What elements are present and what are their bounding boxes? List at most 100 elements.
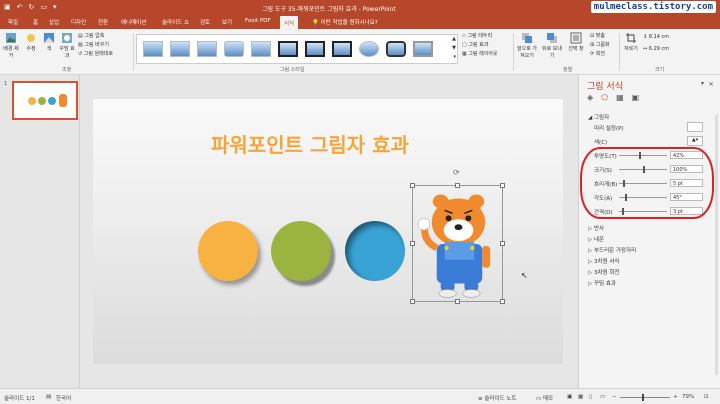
style-thumb[interactable]: [170, 41, 190, 57]
style-thumb[interactable]: [143, 41, 163, 57]
size-properties-icon[interactable]: ▦: [616, 93, 624, 102]
resize-handle[interactable]: [500, 183, 505, 188]
spelling-icon[interactable]: ▤: [46, 394, 51, 400]
gallery-scroll-down-icon[interactable]: ▼: [452, 45, 456, 51]
selection-pane-button[interactable]: 선택 창: [566, 32, 586, 52]
tab-insert[interactable]: 삽입: [49, 18, 59, 26]
resize-handle[interactable]: [500, 241, 505, 246]
slide-thumbnail[interactable]: [12, 81, 78, 120]
style-thumb[interactable]: [332, 41, 352, 57]
remove-background-button[interactable]: 배경 제거: [2, 32, 20, 59]
redo-icon[interactable]: ↻: [29, 3, 35, 11]
notes-button[interactable]: ≡ 슬라이드 노트: [478, 394, 516, 402]
blue-circle[interactable]: [345, 221, 405, 281]
slide[interactable]: 파워포인트 그림자 효과 ⟳: [93, 99, 563, 364]
style-thumb[interactable]: [305, 41, 325, 57]
artistic-effects-button[interactable]: 꾸밈 효과: [59, 32, 75, 59]
3d-rotation-section[interactable]: ▷ 3차원 회전: [588, 268, 619, 276]
style-thumb[interactable]: [224, 41, 244, 57]
bring-forward-button[interactable]: 앞으로 가져오기: [516, 32, 538, 59]
fit-slide-icon[interactable]: ⊡: [704, 394, 709, 400]
style-thumb[interactable]: [386, 41, 406, 57]
slide-sorter-icon[interactable]: ▦: [578, 394, 583, 400]
soft-edges-section[interactable]: ▷ 부드러운 가장자리: [588, 246, 636, 254]
crop-button[interactable]: 자르기: [622, 32, 640, 52]
resize-handle[interactable]: [500, 299, 505, 304]
width-field[interactable]: ↔ 6.29 cm: [643, 46, 669, 52]
style-thumb[interactable]: [413, 41, 433, 57]
slideshow-view-icon[interactable]: ▭: [600, 394, 605, 400]
slide-title[interactable]: 파워포인트 그림자 효과: [211, 129, 409, 158]
change-picture-label: 그림 바꾸기: [84, 42, 109, 48]
zoom-level[interactable]: 79%: [682, 394, 694, 400]
border-icon: ▱: [462, 33, 466, 39]
resize-handle[interactable]: [410, 299, 415, 304]
shadow-section-header[interactable]: ◢ 그림자: [588, 113, 609, 121]
normal-view-icon[interactable]: ▣: [567, 394, 572, 400]
preset-dropdown[interactable]: [687, 122, 703, 132]
tab-review[interactable]: 검토: [200, 18, 210, 26]
comments-button[interactable]: ▭ 메모: [536, 394, 553, 402]
close-icon[interactable]: ×: [708, 80, 714, 88]
resize-handle[interactable]: [455, 183, 460, 188]
undo-icon[interactable]: ↶: [17, 3, 23, 11]
tab-home[interactable]: 홈: [33, 18, 38, 26]
corrections-button[interactable]: 수정: [23, 32, 39, 52]
start-slideshow-icon[interactable]: ▭: [40, 3, 47, 11]
rotate-handle-icon[interactable]: ⟳: [453, 168, 460, 177]
tab-transitions[interactable]: 전환: [98, 18, 108, 26]
gallery-more-icon[interactable]: ▾: [453, 54, 456, 60]
height-field[interactable]: ↕ 8.14 cm: [643, 34, 669, 40]
compress-pictures-button[interactable]: ▤ 그림 압축: [78, 32, 104, 39]
align-button[interactable]: ⊟ 맞춤: [590, 32, 605, 39]
zoom-slider[interactable]: [620, 394, 670, 401]
pane-dropdown-icon[interactable]: ▾: [701, 80, 704, 87]
effects-icon: ▢: [462, 42, 467, 48]
send-backward-button[interactable]: 뒤로 보내기: [542, 32, 562, 59]
change-picture-button[interactable]: ▧ 그림 바꾸기: [78, 41, 109, 48]
thumb-circle-orange: [28, 97, 36, 105]
reflection-section[interactable]: ▷ 반사: [588, 224, 604, 232]
picture-border-button[interactable]: ▱ 그림 테두리: [462, 32, 492, 39]
selection-box[interactable]: ⟳: [410, 168, 505, 304]
reading-view-icon[interactable]: ▯: [589, 394, 592, 400]
color-button[interactable]: 색: [42, 32, 56, 52]
gallery-scroll-up-icon[interactable]: ▲: [452, 36, 456, 42]
green-circle[interactable]: [271, 221, 331, 281]
shadow-color-picker[interactable]: ▲▾: [687, 136, 703, 146]
effects-category-icon[interactable]: ⬠: [601, 93, 608, 102]
picture-layout-button[interactable]: ▦ 그림 레이아웃: [462, 50, 498, 57]
style-thumb[interactable]: [278, 41, 298, 57]
style-thumb[interactable]: [359, 41, 379, 57]
resize-handle[interactable]: [410, 183, 415, 188]
picture-effects-button[interactable]: ▢ 그림 효과: [462, 41, 488, 48]
style-thumb[interactable]: [251, 41, 271, 57]
glow-section[interactable]: ▷ 네온: [588, 235, 604, 243]
resize-handle[interactable]: [410, 241, 415, 246]
save-icon[interactable]: ▣: [4, 3, 11, 11]
tab-design[interactable]: 디자인: [71, 18, 86, 26]
language-indicator[interactable]: 한국어: [56, 394, 71, 402]
tab-slideshow[interactable]: 슬라이드 쇼: [162, 18, 189, 26]
resize-handle[interactable]: [455, 299, 460, 304]
picture-category-icon[interactable]: ▣: [632, 93, 640, 102]
style-thumb[interactable]: [197, 41, 217, 57]
fill-line-icon[interactable]: ◈: [587, 93, 593, 102]
tab-foxit-pdf[interactable]: Foxit PDF: [245, 18, 271, 24]
tab-animations[interactable]: 애니메이션: [121, 18, 146, 26]
tab-format[interactable]: 서식: [280, 16, 299, 29]
pane-scrollbar[interactable]: [715, 115, 718, 375]
reflection-label: 반사: [593, 226, 605, 232]
group-button[interactable]: ⊞ 그룹화: [590, 41, 610, 48]
orange-circle[interactable]: [198, 221, 258, 281]
artistic-effects-section[interactable]: ▷ 꾸밈 효과: [588, 279, 616, 287]
zoom-out-icon[interactable]: −: [612, 394, 617, 400]
3d-format-section[interactable]: ▷ 3차원 서식: [588, 257, 619, 265]
zoom-in-icon[interactable]: +: [673, 394, 678, 400]
rotate-button[interactable]: ⟳ 회전: [590, 50, 605, 57]
reset-picture-button[interactable]: ↺ 그림 원래대로: [78, 50, 113, 57]
tell-me-box[interactable]: 💡 어떤 작업을 원하시나요?: [312, 18, 378, 26]
tab-file[interactable]: 파일: [8, 18, 18, 26]
tab-view[interactable]: 보기: [222, 18, 232, 26]
customize-dropdown-icon[interactable]: ▾: [53, 3, 57, 11]
